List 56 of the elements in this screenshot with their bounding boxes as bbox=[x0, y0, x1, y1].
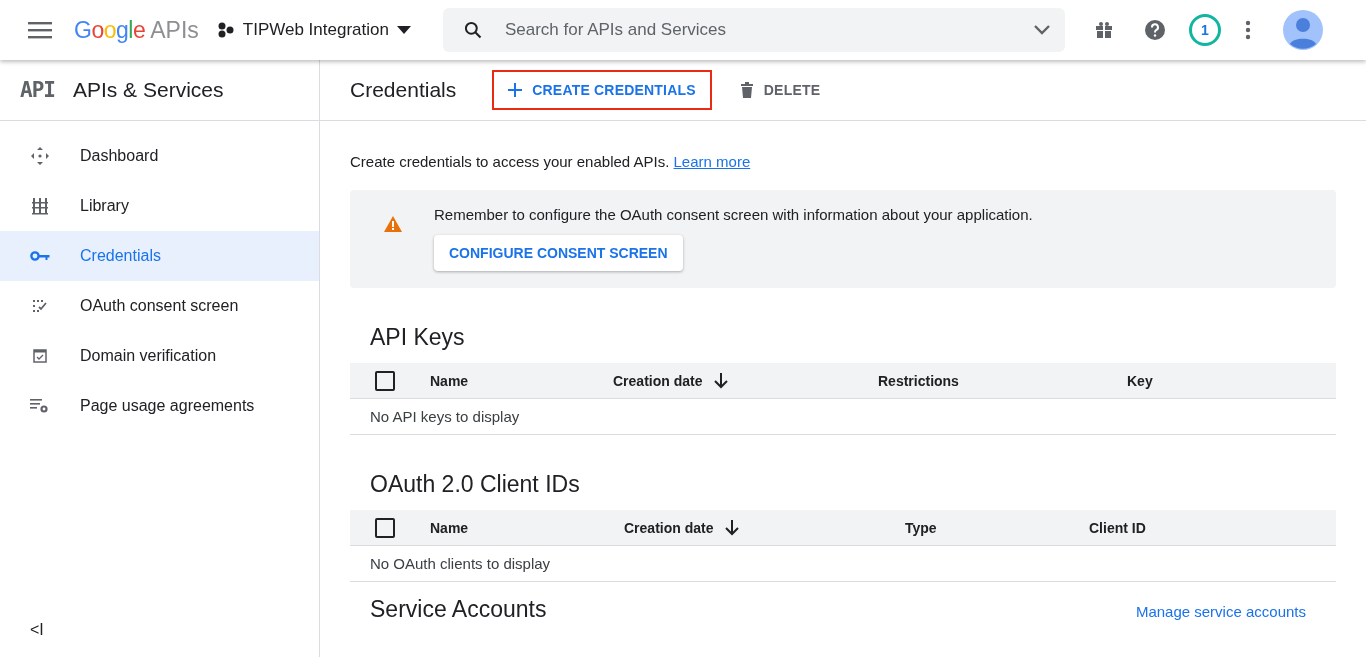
logo[interactable]: Google APIs bbox=[74, 16, 199, 44]
dashboard-icon bbox=[30, 147, 50, 165]
column-header: Name bbox=[430, 372, 470, 389]
project-icon bbox=[216, 22, 235, 38]
chevron-down-icon[interactable] bbox=[1032, 24, 1051, 36]
create-credentials-button[interactable]: CREATE CREDENTIALS bbox=[492, 70, 712, 110]
sort-arrow-icon[interactable] bbox=[714, 372, 729, 389]
library-icon bbox=[30, 197, 50, 215]
sidebar-item[interactable]: Dashboard bbox=[0, 131, 319, 181]
column-header: Client ID bbox=[1089, 519, 1146, 536]
search-bar[interactable]: Search for APIs and Services bbox=[442, 8, 1065, 52]
configure-consent-screen-button[interactable]: CONFIGURE CONSENT SCREEN bbox=[434, 235, 683, 271]
column-header: Type bbox=[905, 519, 938, 536]
sidebar-item[interactable]: OAuth consent screen bbox=[0, 281, 319, 331]
select-all-checkbox[interactable] bbox=[375, 370, 395, 391]
checkbox-calendar-icon bbox=[30, 349, 50, 363]
key-icon bbox=[30, 250, 50, 262]
sidebar-item[interactable]: Domain verification bbox=[0, 331, 319, 381]
warning-icon bbox=[384, 216, 402, 232]
sidebar-item[interactable]: Library bbox=[0, 181, 319, 231]
gift-icon[interactable] bbox=[1094, 21, 1113, 39]
search-field[interactable]: Search for APIs and Services bbox=[502, 19, 1013, 41]
more-icon[interactable] bbox=[1244, 20, 1251, 40]
sort-arrow-icon[interactable] bbox=[725, 519, 740, 536]
plus-icon bbox=[508, 83, 523, 97]
avatar-icon[interactable] bbox=[1282, 10, 1323, 50]
sidebar-item[interactable]: Page usage agreements bbox=[0, 381, 319, 431]
sidebar-item[interactable]: Credentials bbox=[0, 231, 319, 281]
trash-icon bbox=[739, 82, 754, 98]
dropdown-arrow-icon bbox=[396, 26, 411, 34]
collapse-sidebar-button[interactable]: <I bbox=[30, 621, 44, 639]
intro-text: Create credentials to access your enabled APIs. bbox=[350, 153, 670, 170]
column-header: Key bbox=[1127, 372, 1153, 389]
column-header[interactable]: Creation date bbox=[624, 519, 905, 536]
page-title: Credentials bbox=[350, 78, 457, 102]
sidebar-title: APIs & Services bbox=[72, 78, 224, 102]
empty-table-message: No API keys to display bbox=[370, 408, 520, 425]
menu-icon[interactable] bbox=[28, 21, 52, 39]
consent-icon bbox=[30, 298, 50, 314]
empty-table-message: No OAuth clients to display bbox=[370, 555, 551, 572]
section-title: API Keys bbox=[370, 324, 466, 351]
notification-badge[interactable]: 1 bbox=[1188, 14, 1221, 46]
section-title: OAuth 2.0 Client IDs bbox=[370, 471, 581, 498]
section-title: Service Accounts bbox=[370, 596, 547, 623]
learn-more-link[interactable]: Learn more bbox=[673, 153, 751, 170]
help-icon[interactable] bbox=[1144, 20, 1165, 40]
list-settings-icon bbox=[30, 398, 50, 414]
column-header[interactable]: Creation date bbox=[613, 372, 878, 389]
column-header: Name bbox=[430, 519, 470, 536]
column-header: Restrictions bbox=[878, 372, 960, 389]
project-selector[interactable]: TIPWeb Integration bbox=[216, 20, 411, 40]
alert-message: Remember to configure the OAuth consent screen with information about your application. bbox=[434, 206, 1033, 223]
select-all-checkbox[interactable] bbox=[375, 517, 395, 538]
search-icon bbox=[462, 20, 483, 40]
api-logo: API bbox=[20, 78, 55, 102]
manage-service-accounts-link[interactable]: Manage service accounts bbox=[1135, 603, 1306, 620]
